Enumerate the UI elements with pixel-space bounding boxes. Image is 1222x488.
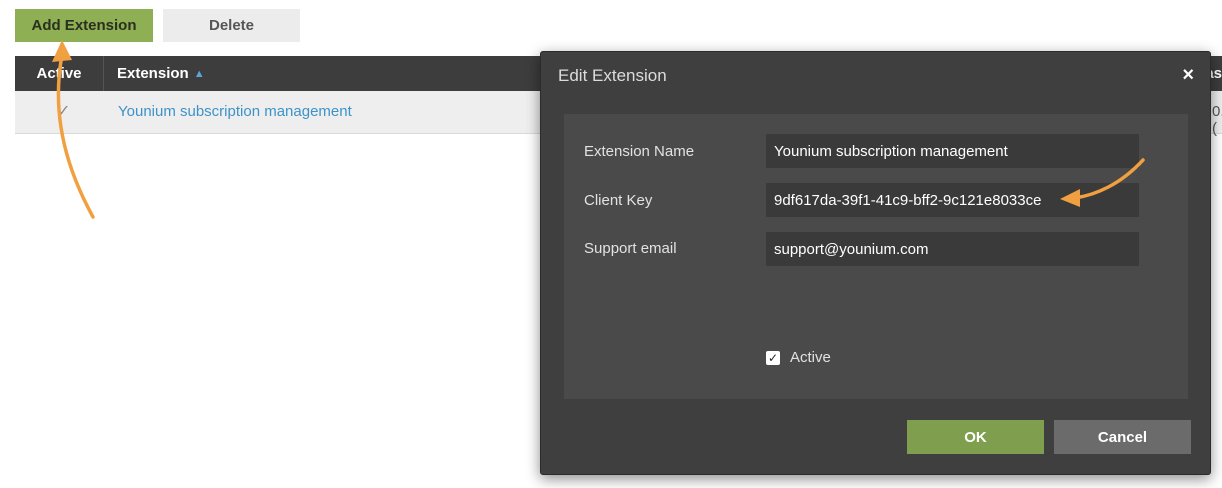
column-header-active[interactable]: Active	[15, 56, 104, 91]
dialog-title: Edit Extension	[558, 66, 667, 85]
ok-button[interactable]: OK	[907, 420, 1044, 454]
client-key-label: Client Key	[584, 192, 653, 209]
client-key-input[interactable]: 9df617da-39f1-41c9-bff2-9c121e8033ce	[766, 183, 1139, 217]
active-checkbox-label[interactable]: Active	[790, 349, 831, 366]
row-partial-cell: 0.(	[1212, 103, 1222, 137]
edit-extension-dialog: Edit Extension × Extension Name Younium …	[540, 51, 1211, 475]
support-email-label: Support email	[584, 240, 677, 257]
column-header-active-label: Active	[36, 65, 82, 82]
checkmark-icon: ✓	[767, 351, 779, 365]
column-header-extension[interactable]: Extension ▲	[117, 56, 205, 91]
extension-link[interactable]: Younium subscription management	[118, 103, 352, 120]
extension-name-label: Extension Name	[584, 143, 695, 160]
column-header-extension-label: Extension	[117, 65, 189, 82]
active-check-icon: ✓	[57, 103, 71, 120]
dialog-form: Extension Name Younium subscription mana…	[564, 114, 1188, 399]
add-extension-button[interactable]: Add Extension	[15, 9, 153, 42]
cancel-button[interactable]: Cancel	[1054, 420, 1191, 454]
extension-name-input[interactable]: Younium subscription management	[766, 134, 1139, 168]
delete-button[interactable]: Delete	[163, 9, 300, 42]
support-email-input[interactable]: support@younium.com	[766, 232, 1139, 266]
close-icon[interactable]: ×	[1182, 64, 1194, 87]
sort-ascending-icon: ▲	[193, 67, 205, 80]
active-checkbox[interactable]: ✓	[766, 351, 780, 365]
